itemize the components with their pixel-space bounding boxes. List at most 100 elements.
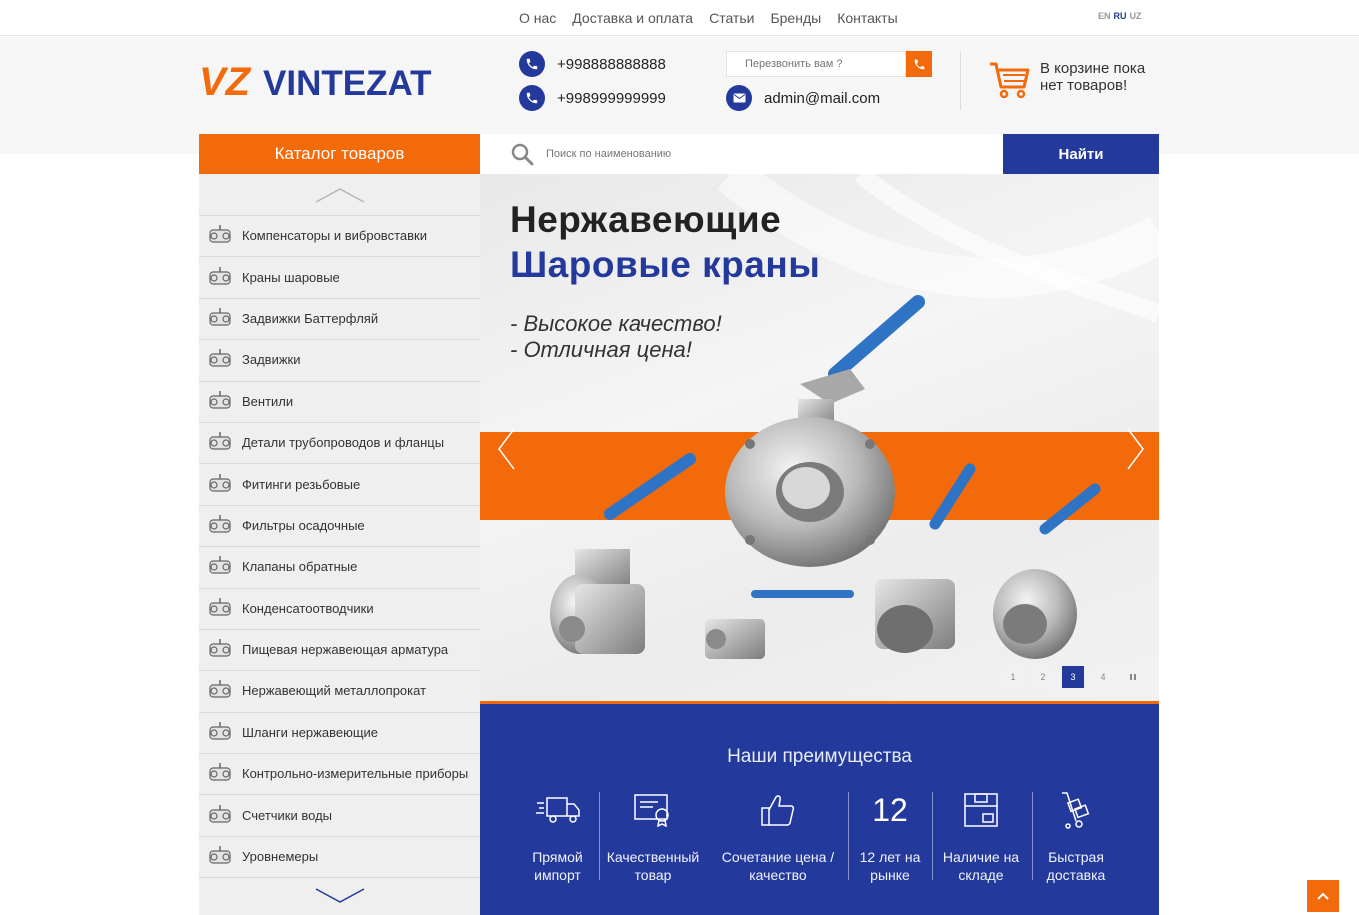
- callback-form: [726, 51, 932, 77]
- valve-icon: [206, 595, 234, 623]
- catalog-item[interactable]: Контрольно-измерительные приборы: [199, 754, 480, 796]
- catalog-item[interactable]: Детали трубопроводов и фланцы: [199, 423, 480, 465]
- advantages-title: Наши преимущества: [727, 746, 912, 767]
- chevron-down-icon: [315, 888, 364, 904]
- phone-number-1[interactable]: +998888888888: [557, 56, 666, 73]
- advantage-divider: [599, 792, 600, 880]
- catalog-item[interactable]: Задвижки: [199, 340, 480, 382]
- catalog-item-label: Клапаны обратные: [242, 559, 358, 575]
- search-bar: [480, 134, 1003, 174]
- hero-slider: Нержавеющие Шаровые краны - Высокое каче…: [480, 174, 1159, 704]
- chevron-up-icon: [1317, 892, 1329, 900]
- phone-row-2: +998999999999: [519, 85, 666, 111]
- catalog-sidebar: Компенсаторы и вибровставки Краны шаровые…: [199, 174, 480, 915]
- advantage-years-number: 12: [872, 792, 908, 828]
- catalog-item[interactable]: Краны шаровые: [199, 257, 480, 299]
- catalog-item-label: Детали трубопроводов и фланцы: [242, 435, 445, 451]
- slider-pause-button[interactable]: [1122, 666, 1144, 688]
- slider-prev-arrow[interactable]: [494, 424, 524, 474]
- catalog-item-label: Контрольно-измерительные приборы: [242, 766, 469, 782]
- search-input[interactable]: [546, 148, 966, 160]
- slider-next-arrow[interactable]: [1118, 424, 1148, 474]
- nav-link-delivery[interactable]: Доставка и оплата: [572, 10, 693, 26]
- catalog-item-label: Вентили: [242, 393, 294, 409]
- catalog-item[interactable]: Фитинги резьбовые: [199, 464, 480, 506]
- cart-status-line1: В корзине пока: [1040, 60, 1146, 77]
- valve-icon: [206, 264, 234, 292]
- certificate-icon: [634, 794, 669, 827]
- valve-icon: [206, 471, 234, 499]
- cart-widget[interactable]: В корзине пока нет товаров!: [988, 60, 1168, 100]
- nav-link-about[interactable]: О нас: [519, 10, 556, 26]
- catalog-item[interactable]: Счетчики воды: [199, 795, 480, 837]
- nav-link-articles[interactable]: Статьи: [709, 10, 754, 26]
- catalog-item[interactable]: Шланги нержавеющие: [199, 713, 480, 755]
- email-address[interactable]: admin@mail.com: [764, 90, 880, 107]
- catalog-header[interactable]: Каталог товаров: [199, 134, 480, 174]
- sidebar-scroll-up[interactable]: [199, 174, 480, 216]
- phone-row-1: +998888888888: [519, 51, 666, 77]
- top-navigation: О нас Доставка и оплата Статьи Бренды Ко…: [0, 0, 1359, 36]
- lang-ru[interactable]: RU: [1114, 11, 1127, 21]
- nav-link-contacts[interactable]: Контакты: [837, 10, 897, 26]
- sidebar-scroll-down[interactable]: [199, 878, 480, 914]
- lang-en[interactable]: EN: [1098, 11, 1111, 21]
- valve-icon: [206, 346, 234, 374]
- advantage-import-label: Прямой импорт: [532, 849, 583, 883]
- advantage-import: Прямой импорт: [520, 790, 595, 883]
- catalog-item-label: Компенсаторы и вибровставки: [242, 228, 427, 244]
- callback-input[interactable]: [726, 51, 906, 77]
- catalog-item[interactable]: Уровнемеры: [199, 837, 480, 879]
- nav-link-brands[interactable]: Бренды: [770, 10, 821, 26]
- thumbs-up-icon: [761, 795, 795, 826]
- catalog-item-label: Счетчики воды: [242, 807, 332, 823]
- logo-mark: VZ: [199, 62, 252, 102]
- box-icon: [964, 793, 998, 827]
- valve-icon: [206, 802, 234, 830]
- slider-page-3[interactable]: 3: [1062, 666, 1084, 688]
- catalog-item[interactable]: Нержавеющий металлопрокат: [199, 671, 480, 713]
- advantage-price-quality-label: Сочетание цена / качество: [721, 849, 835, 883]
- mail-icon: [726, 85, 752, 111]
- slider-page-2[interactable]: 2: [1032, 666, 1054, 688]
- catalog-item[interactable]: Клапаны обратные: [199, 547, 480, 589]
- chevron-up-icon: [315, 187, 364, 203]
- catalog-item[interactable]: Задвижки Баттерфляй: [199, 299, 480, 341]
- header-divider: [960, 52, 961, 110]
- advantage-divider: [932, 792, 933, 880]
- valve-icon: [206, 553, 234, 581]
- phone-icon: [519, 85, 545, 111]
- scroll-to-top-button[interactable]: [1307, 880, 1339, 912]
- valve-icon: [206, 677, 234, 705]
- catalog-item[interactable]: Вентили: [199, 382, 480, 423]
- advantages-section: Наши преимущества Прямой импорт Качествен…: [480, 704, 1159, 915]
- language-switcher: EN RU UZ: [1098, 11, 1145, 21]
- catalog-item[interactable]: Компенсаторы и вибровставки: [199, 216, 480, 258]
- site-logo[interactable]: VZ VINTEZAT: [199, 62, 469, 102]
- pause-icon: [1130, 674, 1136, 680]
- catalog-item[interactable]: Фильтры осадочные: [199, 506, 480, 548]
- valve-icon: [206, 843, 234, 871]
- search-icon: [511, 143, 534, 166]
- advantage-years: 12 12 лет на рынке: [854, 790, 926, 883]
- slider-pagination: 1 2 3 4: [1002, 666, 1144, 688]
- callback-button[interactable]: [906, 51, 932, 77]
- catalog-item-label: Краны шаровые: [242, 269, 340, 285]
- hand-truck-icon: [1062, 792, 1090, 829]
- slider-page-4[interactable]: 4: [1092, 666, 1114, 688]
- email-row: admin@mail.com: [726, 85, 880, 111]
- valve-icon: [206, 388, 234, 416]
- slider-page-1[interactable]: 1: [1002, 666, 1024, 688]
- advantage-stock-label: Наличие на складе: [942, 849, 1020, 883]
- catalog-item-label: Задвижки: [242, 352, 301, 368]
- lang-uz[interactable]: UZ: [1130, 11, 1142, 21]
- valve-icon: [206, 636, 234, 664]
- catalog-item-label: Пищевая нержавеющая арматура: [242, 642, 449, 658]
- phone-number-2[interactable]: +998999999999: [557, 90, 666, 107]
- advantage-quality-label: Качественный товар: [606, 849, 700, 883]
- catalog-item[interactable]: Пищевая нержавеющая арматура: [199, 630, 480, 672]
- advantage-stock: Наличие на складе: [938, 790, 1024, 883]
- search-button[interactable]: Найти: [1003, 134, 1159, 174]
- catalog-item[interactable]: Конденсатоотводчики: [199, 589, 480, 630]
- valve-icon: [206, 222, 234, 250]
